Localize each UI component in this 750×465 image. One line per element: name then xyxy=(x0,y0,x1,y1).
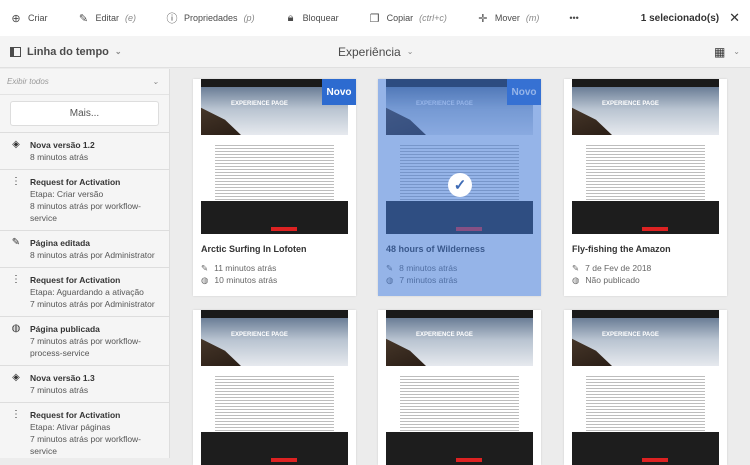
workflow-icon: ⋮ xyxy=(11,274,21,285)
copy-button[interactable]: ❐ Copiar (ctrl+c) xyxy=(369,12,447,25)
more-button[interactable]: Mais... xyxy=(10,101,159,126)
pencil-icon: ✎ xyxy=(11,237,21,248)
timeline-item[interactable]: ◍ Página publicada 7 minutos atrás por wor… xyxy=(0,316,169,365)
card-grid: EXPERIENCE PAGE Novo Arctic Surfing In Lof… xyxy=(171,69,750,465)
move-button[interactable]: ✛ Mover (m) xyxy=(477,12,539,25)
new-badge: Novo xyxy=(322,79,356,105)
view-switcher[interactable]: ▦ ⌄ xyxy=(714,45,740,59)
selection-status: 1 selecionado(s) ✕ xyxy=(640,10,740,26)
pencil-icon: ✎ xyxy=(78,12,89,25)
pencil-icon: ✎ xyxy=(572,263,580,273)
properties-button[interactable]: ⓘ Propriedades (p) xyxy=(166,12,255,25)
card-title: Arctic Surfing In Lofoten xyxy=(201,244,307,254)
workflow-icon: ⋮ xyxy=(11,409,21,420)
move-icon: ✛ xyxy=(478,12,488,25)
timeline-item[interactable]: ✎ Página editada 8 minutos atrás por Admin… xyxy=(0,230,169,267)
chevron-down-icon: ⌄ xyxy=(152,77,159,86)
close-icon[interactable]: ✕ xyxy=(729,10,740,26)
page-thumbnail: EXPERIENCE PAGE xyxy=(193,310,356,465)
pencil-icon: ✎ xyxy=(201,263,209,273)
page-thumbnail: EXPERIENCE PAGE xyxy=(564,310,727,465)
page-card[interactable]: EXPERIENCE PAGE Fly-fishing the Amazon ✎ 7… xyxy=(564,79,727,296)
workflow-icon: ⋮ xyxy=(11,176,21,187)
page-card[interactable]: EXPERIENCE PAGENovo48 hours of Wildernes… xyxy=(378,79,541,296)
timeline-item[interactable]: ⋮ Request for Activation Etapa: Aguardando… xyxy=(0,267,169,316)
timeline-item[interactable]: ⋮ Request for Activation Etapa: Ativar pág… xyxy=(0,402,169,458)
lock-button[interactable]: 🔒︎ Bloquear xyxy=(285,12,339,24)
edit-button[interactable]: ✎ Editar (e) xyxy=(78,12,136,25)
header-bar: Linha do tempo ⌄ Experiência ⌄ ▦ ⌄ xyxy=(0,36,750,68)
layers-icon: ◈ xyxy=(12,139,20,150)
timeline-panel: Exibir todos ⌄ Mais... ◈ Nova versão 1.2 8 … xyxy=(0,69,170,458)
page-card[interactable]: EXPERIENCE PAGE Novo Arctic Surfing In Lof… xyxy=(193,79,356,296)
more-actions-button[interactable]: ••• xyxy=(569,13,578,23)
panel-icon xyxy=(10,46,21,57)
chevron-down-icon: ⌄ xyxy=(114,47,122,56)
globe-icon: ◍ xyxy=(201,275,209,285)
card-title: Fly-fishing the Amazon xyxy=(572,244,671,254)
timeline-item[interactable]: ◈ Nova versão 1.2 8 minutos atrás xyxy=(0,132,169,169)
rail-toggle[interactable]: Linha do tempo ⌄ xyxy=(10,46,122,58)
page-card[interactable]: EXPERIENCE PAGE xyxy=(564,310,727,465)
timeline-item[interactable]: ⋮ Request for Activation Etapa: Criar vers… xyxy=(0,169,169,230)
create-button[interactable]: ⊕ Criar xyxy=(10,12,47,25)
copy-icon: ❐ xyxy=(369,12,380,25)
page-thumbnail: EXPERIENCE PAGE xyxy=(378,310,541,465)
action-bar: ⊕ Criar ✎ Editar (e) ⓘ Propriedades (p) 🔒︎ Blo… xyxy=(0,0,750,36)
page-thumbnail: EXPERIENCE PAGE xyxy=(564,79,727,234)
globe-icon: ◍ xyxy=(11,323,21,334)
card-view-icon: ▦ xyxy=(713,44,726,59)
page-card[interactable]: EXPERIENCE PAGE xyxy=(193,310,356,465)
page-title[interactable]: Experiência ⌄ xyxy=(338,45,413,59)
chevron-down-icon: ⌄ xyxy=(733,47,740,56)
plus-circle-icon: ⊕ xyxy=(11,12,21,25)
info-icon: ⓘ xyxy=(166,13,178,25)
timeline-filter[interactable]: Exibir todos ⌄ xyxy=(0,69,169,95)
chevron-down-icon: ⌄ xyxy=(406,47,414,56)
timeline-item[interactable]: ◈ Nova versão 1.3 7 minutos atrás xyxy=(0,365,169,402)
lock-icon: 🔒︎ xyxy=(287,11,294,24)
layers-icon: ◈ xyxy=(12,372,20,383)
page-card[interactable]: EXPERIENCE PAGE xyxy=(378,310,541,465)
checkmark-icon[interactable]: ✓ xyxy=(448,173,472,197)
page-thumbnail: EXPERIENCE PAGENovo xyxy=(193,79,356,234)
globe-icon: ◍ xyxy=(572,275,580,285)
